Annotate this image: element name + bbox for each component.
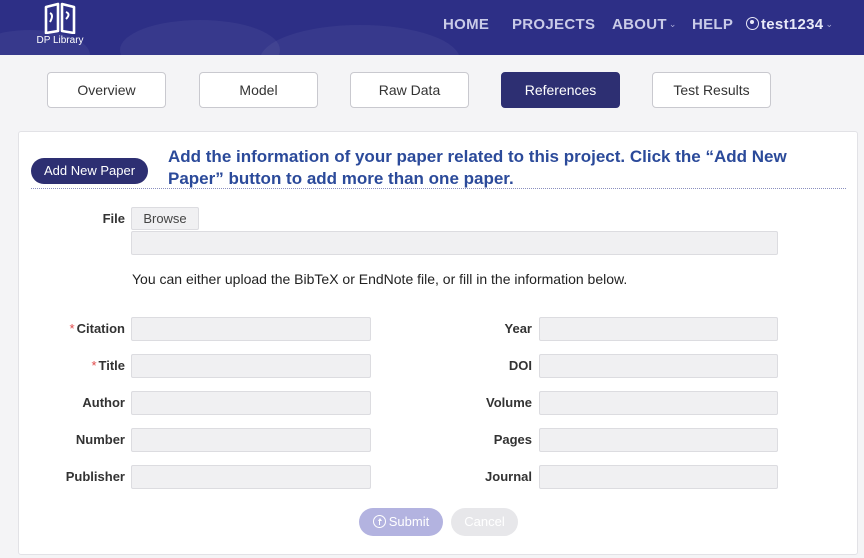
year-input[interactable] xyxy=(539,317,778,341)
file-label: File xyxy=(102,211,125,226)
user-name: test1234 xyxy=(761,16,824,33)
file-path-field[interactable] xyxy=(131,231,778,255)
chevron-down-icon: ⌄ xyxy=(668,19,677,29)
nav-about[interactable]: ABOUT ⌄ xyxy=(612,16,677,33)
author-input[interactable] xyxy=(131,391,371,415)
nav-help[interactable]: HELP xyxy=(692,16,733,33)
tab-references[interactable]: References xyxy=(501,72,620,108)
nav-home[interactable]: HOME xyxy=(443,16,489,33)
volume-label: Volume xyxy=(486,395,532,410)
doi-input[interactable] xyxy=(539,354,778,378)
instructions-text: Add the information of your paper relate… xyxy=(168,147,787,188)
journal-input[interactable] xyxy=(539,465,778,489)
logo[interactable]: DP Library xyxy=(30,2,90,52)
tab-test-results[interactable]: Test Results xyxy=(652,72,771,108)
publisher-label: Publisher xyxy=(65,469,125,484)
doi-label: DOI xyxy=(508,358,532,373)
section-divider xyxy=(31,188,846,189)
header-decoration xyxy=(120,20,280,55)
title-label-text: Title xyxy=(98,358,126,373)
pages-input[interactable] xyxy=(539,428,778,452)
references-panel xyxy=(18,131,858,555)
title-input[interactable] xyxy=(131,354,371,378)
tab-raw-data[interactable]: Raw Data xyxy=(350,72,469,108)
publisher-input[interactable] xyxy=(131,465,371,489)
browse-button[interactable]: Browse xyxy=(131,207,199,230)
journal-label: Journal xyxy=(485,469,532,484)
title-label: * Title xyxy=(40,358,125,373)
upload-hint: You can either upload the BibTeX or EndN… xyxy=(132,271,628,287)
logo-book-icon xyxy=(44,2,76,34)
volume-input[interactable] xyxy=(539,391,778,415)
year-label: Year xyxy=(504,321,532,336)
submit-button[interactable]: Submit xyxy=(359,508,443,536)
header-decoration xyxy=(260,25,460,55)
author-label: Author xyxy=(82,395,125,410)
tab-overview[interactable]: Overview xyxy=(47,72,166,108)
nav-projects[interactable]: PROJECTS xyxy=(512,16,595,33)
user-icon xyxy=(746,17,759,30)
pages-label: Pages xyxy=(493,432,532,447)
number-input[interactable] xyxy=(131,428,371,452)
nav-user-menu[interactable]: test1234 ⌄ xyxy=(746,16,833,33)
top-navbar: DP Library HOME PROJECTS ABOUT ⌄ HELP tes… xyxy=(0,0,864,55)
citation-label: * Citation xyxy=(40,321,125,336)
citation-label-text: Citation xyxy=(76,321,125,336)
required-marker: * xyxy=(69,321,75,336)
chevron-down-icon: ⌄ xyxy=(825,19,834,29)
submit-label: Submit xyxy=(388,514,430,529)
add-new-paper-button[interactable]: Add New Paper xyxy=(31,158,148,184)
number-label: Number xyxy=(75,432,125,447)
tab-model[interactable]: Model xyxy=(199,72,318,108)
logo-text: DP Library xyxy=(36,35,84,46)
required-marker: * xyxy=(91,358,97,373)
nav-about-label: ABOUT xyxy=(612,16,667,33)
upload-icon xyxy=(372,515,386,528)
cancel-button[interactable]: Cancel xyxy=(451,508,518,536)
citation-input[interactable] xyxy=(131,317,371,341)
